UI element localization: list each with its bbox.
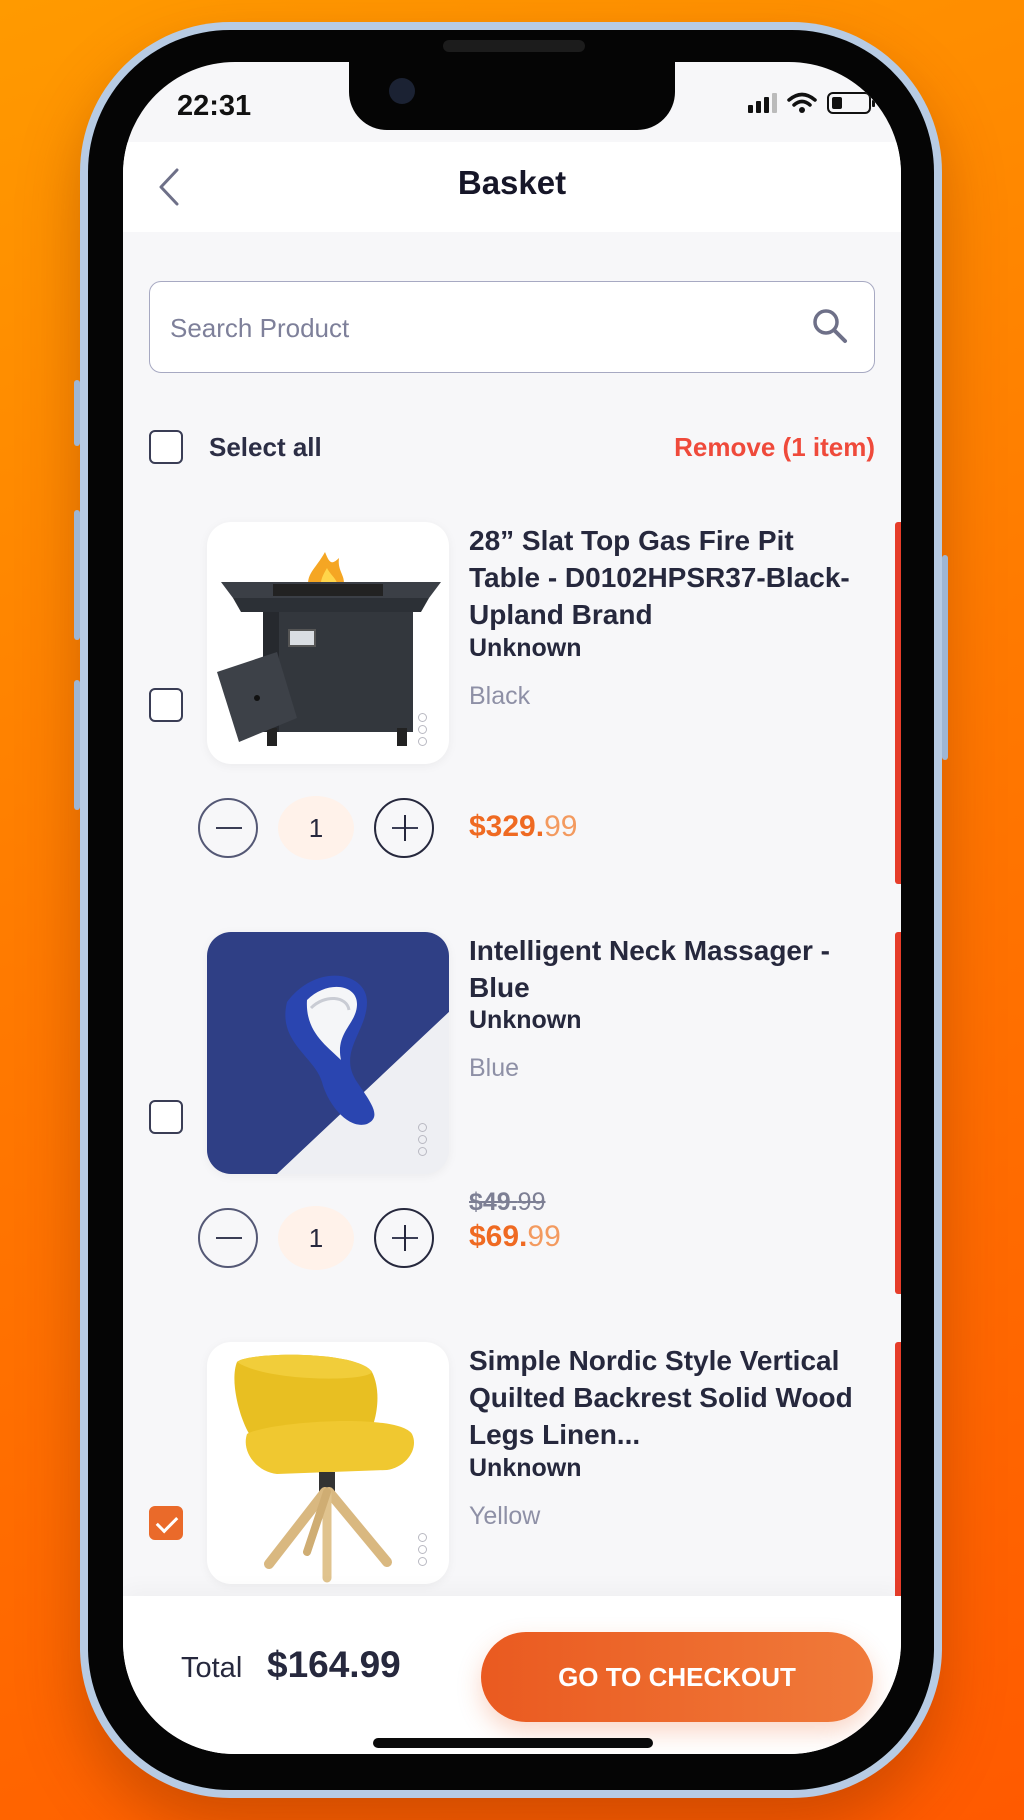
total-label: Total — [181, 1652, 243, 1684]
product-image-fire-pit[interactable] — [207, 522, 449, 764]
page-title: Basket — [457, 164, 567, 201]
product-color: Blue — [469, 1054, 520, 1082]
volume-down-button — [74, 680, 80, 810]
camera-notch — [349, 62, 675, 130]
product-color: Yellow — [469, 1502, 541, 1530]
price-cents: 99 — [527, 1220, 561, 1253]
basket-item: Intelligent Neck Massager - Blue Unknown… — [123, 932, 901, 1312]
product-name: Simple Nordic Style Vertical Quilted Bac… — [469, 1345, 853, 1450]
search-bar — [149, 281, 875, 373]
swipe-action-indicator[interactable] — [895, 522, 901, 884]
product-image-neck-massager[interactable] — [207, 932, 449, 1174]
old-price-cents: 99 — [517, 1188, 546, 1216]
quantity-value: 1 — [278, 796, 354, 860]
header-bar: Basket — [123, 142, 901, 232]
item-checkbox[interactable] — [149, 688, 183, 722]
product-price: $69.99 — [469, 1220, 561, 1254]
more-dots-icon[interactable] — [418, 1533, 427, 1566]
checkout-button[interactable]: GO TO CHECKOUT — [481, 1632, 873, 1722]
earpiece-speaker — [443, 40, 585, 52]
basket-item: 28” Slat Top Gas Fire Pit Table - D0102H… — [123, 522, 901, 902]
battery-icon — [827, 92, 875, 114]
product-color: Black — [469, 682, 531, 710]
swipe-action-indicator[interactable] — [895, 932, 901, 1294]
status-time: 22:31 — [177, 90, 252, 122]
status-icons — [748, 92, 875, 114]
product-name: 28” Slat Top Gas Fire Pit Table - D0102H… — [469, 525, 850, 630]
product-image-nordic-chair[interactable] — [207, 1342, 449, 1584]
swipe-action-indicator[interactable] — [895, 1342, 901, 1602]
more-dots-icon[interactable] — [418, 713, 427, 746]
power-button — [942, 555, 948, 760]
decrease-quantity-button[interactable] — [198, 798, 258, 858]
nordic-chair-image — [234, 1354, 415, 1583]
volume-up-button — [74, 510, 80, 640]
quantity-value: 1 — [278, 1206, 354, 1270]
price-cents: 99 — [544, 810, 578, 843]
remove-items-button[interactable]: Remove (1 item) — [674, 432, 875, 463]
app-screen: 22:31 Basket Select all Remove ( — [123, 62, 901, 1754]
mute-switch — [74, 380, 80, 446]
select-all-label: Select all — [209, 432, 322, 462]
decrease-quantity-button[interactable] — [198, 1208, 258, 1268]
item-checkbox[interactable] — [149, 1100, 183, 1134]
cellular-signal-icon — [748, 93, 777, 113]
quantity-stepper: 1 — [198, 796, 434, 860]
search-input[interactable] — [170, 308, 730, 348]
more-dots-icon[interactable] — [418, 1123, 427, 1156]
product-price: $329.99 — [469, 810, 577, 844]
product-brand: Unknown — [469, 1454, 582, 1482]
increase-quantity-button[interactable] — [374, 1208, 434, 1268]
product-brand: Unknown — [469, 1006, 582, 1034]
search-icon[interactable] — [810, 306, 850, 346]
select-all-checkbox[interactable] — [149, 430, 183, 464]
select-all-row: Select all Remove (1 item) — [149, 430, 875, 470]
original-price: $49.99 — [469, 1188, 545, 1217]
quantity-stepper: 1 — [198, 1206, 434, 1270]
wifi-icon — [787, 92, 817, 113]
total-value: $164.99 — [267, 1644, 401, 1685]
item-checkbox[interactable] — [149, 1506, 183, 1540]
neck-massager-image — [207, 932, 449, 1174]
price-main: $329. — [469, 810, 545, 843]
old-price-main: $49. — [469, 1188, 518, 1216]
product-brand: Unknown — [469, 634, 582, 662]
home-indicator[interactable] — [373, 1738, 653, 1748]
fire-pit-image — [217, 552, 441, 746]
checkout-footer: Total $164.99 GO TO CHECKOUT — [123, 1596, 901, 1754]
increase-quantity-button[interactable] — [374, 798, 434, 858]
product-name: Intelligent Neck Massager - Blue — [469, 935, 831, 1003]
price-main: $69. — [469, 1220, 528, 1253]
